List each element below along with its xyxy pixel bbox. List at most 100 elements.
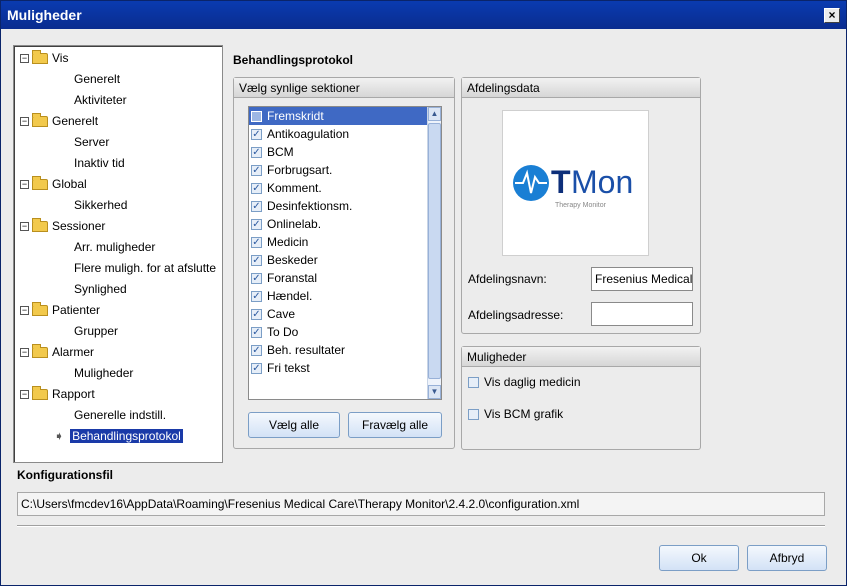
checkbox-icon[interactable]: ✓	[251, 327, 262, 339]
checkbox-icon[interactable]: ✓	[251, 183, 262, 195]
scroll-down-icon[interactable]: ▼	[428, 385, 441, 399]
tree-node-label: Sikkerhed	[74, 198, 128, 212]
collapse-icon[interactable]: −	[20, 54, 29, 64]
tree-node[interactable]: − Sessioner	[20, 218, 105, 235]
checkbox-icon[interactable]: ✓	[251, 345, 262, 357]
folder-icon	[32, 50, 48, 65]
checkbox-icon[interactable]: ✓	[251, 219, 262, 231]
tree-node[interactable]: Sikkerhed	[74, 197, 127, 214]
tree-node[interactable]: Arr. muligheder	[74, 239, 155, 256]
sections-scrollbar[interactable]: ▲ ▼	[427, 107, 441, 399]
tree-node[interactable]: Aktiviteter	[74, 92, 127, 109]
tree-node[interactable]: Generelle indstill.	[74, 407, 166, 424]
checkbox-icon[interactable]: ✓	[251, 129, 262, 141]
tree-node[interactable]: Inaktiv tid	[74, 155, 125, 172]
tmon-logo-graphic: T Mon Therapy Monitor	[513, 164, 633, 209]
section-item-label: To Do	[267, 325, 299, 339]
logo-subtitle: Therapy Monitor	[555, 202, 607, 209]
checkbox-icon[interactable]	[251, 111, 262, 123]
section-item[interactable]: ✓ Komment.	[249, 179, 427, 197]
section-item[interactable]: ✓ BCM	[249, 143, 427, 161]
section-item[interactable]: ✓ Antikoagulation	[249, 125, 427, 143]
section-item[interactable]: ✓ Hændel.	[249, 287, 427, 305]
checkbox-icon[interactable]: ✓	[251, 363, 262, 375]
checkbox-icon[interactable]: ✓	[251, 201, 262, 213]
section-item[interactable]: ✓ Beh. resultater	[249, 341, 427, 359]
tree-node[interactable]: Flere muligh. for at afslutte	[74, 260, 216, 277]
options-dialog: Muligheder × − Vis Generelt Aktiviteter − Gen…	[0, 0, 847, 586]
sections-list[interactable]: Fremskridt ✓ Antikoagulation ✓ BCM ✓ Forbrugsa…	[248, 106, 442, 400]
tree-node[interactable]: ➧ Behandlingsprotokol	[54, 428, 183, 445]
department-group: Afdelingsdata T Mon Therapy Monitor Afde…	[461, 77, 701, 334]
tree-node[interactable]: − Patienter	[20, 302, 100, 319]
section-item[interactable]: ✓ To Do	[249, 323, 427, 341]
daily-medicine-checkbox[interactable]: Vis daglig medicin	[468, 375, 581, 389]
section-item-label: Onlinelab.	[267, 217, 322, 231]
checkbox-icon[interactable]: ✓	[251, 237, 262, 249]
section-item[interactable]: ✓ Forbrugsart.	[249, 161, 427, 179]
tree-node[interactable]: Synlighed	[74, 281, 127, 298]
footer-divider	[17, 525, 825, 527]
scroll-up-icon[interactable]: ▲	[428, 107, 441, 121]
settings-tree[interactable]: − Vis Generelt Aktiviteter − Generelt Server In…	[13, 45, 223, 463]
tree-node[interactable]: − Rapport	[20, 386, 95, 403]
collapse-icon[interactable]: −	[20, 390, 29, 400]
tree-node[interactable]: − Vis	[20, 50, 68, 67]
tree-node[interactable]: − Generelt	[20, 113, 98, 130]
checkbox-icon[interactable]: ✓	[251, 255, 262, 267]
sections-group-title: Vælg synlige sektioner	[234, 78, 454, 98]
tree-node-label: Inaktiv tid	[74, 156, 125, 170]
tree-node[interactable]: Server	[74, 134, 109, 151]
section-item-label: Medicin	[267, 235, 309, 249]
collapse-icon[interactable]: −	[20, 348, 29, 358]
tree-node[interactable]: − Alarmer	[20, 344, 94, 361]
select-all-button[interactable]: Vælg alle	[248, 412, 340, 438]
checkbox-icon[interactable]: ✓	[251, 165, 262, 177]
tree-node-label: Grupper	[74, 324, 119, 338]
tree-node[interactable]: Muligheder	[74, 365, 133, 382]
department-name-label: Afdelingsnavn:	[468, 272, 547, 286]
section-item[interactable]: ✓ Cave	[249, 305, 427, 323]
ok-button[interactable]: Ok	[659, 545, 739, 571]
section-item[interactable]: ✓ Fri tekst	[249, 359, 427, 377]
collapse-icon[interactable]: −	[20, 306, 29, 316]
cancel-button[interactable]: Afbryd	[747, 545, 827, 571]
bcm-graph-checkbox[interactable]: Vis BCM grafik	[468, 407, 563, 421]
section-item-label: Desinfektionsm.	[267, 199, 353, 213]
section-item-label: BCM	[267, 145, 294, 159]
checkbox-icon[interactable]: ✓	[251, 309, 262, 321]
folder-icon	[32, 344, 48, 359]
section-item[interactable]: ✓ Beskeder	[249, 251, 427, 269]
daily-medicine-label: Vis daglig medicin	[484, 375, 581, 389]
folder-icon	[32, 386, 48, 401]
department-name-field[interactable]: Fresenius Medical C	[591, 267, 693, 291]
checkbox-icon[interactable]: ✓	[251, 147, 262, 159]
scroll-thumb[interactable]	[428, 123, 441, 379]
folder-icon	[32, 113, 48, 128]
collapse-icon[interactable]: −	[20, 222, 29, 232]
section-item[interactable]: ✓ Desinfektionsm.	[249, 197, 427, 215]
section-item[interactable]: Fremskridt	[249, 107, 427, 125]
collapse-icon[interactable]: −	[20, 180, 29, 190]
section-item[interactable]: ✓ Onlinelab.	[249, 215, 427, 233]
tree-node[interactable]: Grupper	[74, 323, 118, 340]
tree-node-label: Arr. muligheder	[74, 240, 156, 254]
tree-node[interactable]: − Global	[20, 176, 87, 193]
tree-node-label: Behandlingsprotokol	[70, 429, 183, 443]
checkbox-icon[interactable]: ✓	[251, 291, 262, 303]
tree-node-label: Generelt	[74, 72, 121, 86]
tree-node[interactable]: Generelt	[74, 71, 120, 88]
checkbox-icon[interactable]	[468, 377, 479, 389]
section-item[interactable]: ✓ Medicin	[249, 233, 427, 251]
config-file-path[interactable]: C:\Users\fmcdev16\AppData\Roaming\Fresen…	[17, 492, 825, 516]
checkbox-icon[interactable]: ✓	[251, 273, 262, 285]
tree-node-label: Synlighed	[74, 282, 127, 296]
deselect-all-button[interactable]: Fravælg alle	[348, 412, 442, 438]
collapse-icon[interactable]: −	[20, 117, 29, 127]
section-item[interactable]: ✓ Foranstal	[249, 269, 427, 287]
close-button[interactable]: ×	[824, 8, 840, 23]
department-address-field[interactable]	[591, 302, 693, 326]
checkbox-icon[interactable]	[468, 409, 479, 421]
department-address-label: Afdelingsadresse:	[468, 308, 564, 322]
tree-node-label: Flere muligh. for at afslutte	[74, 261, 217, 275]
